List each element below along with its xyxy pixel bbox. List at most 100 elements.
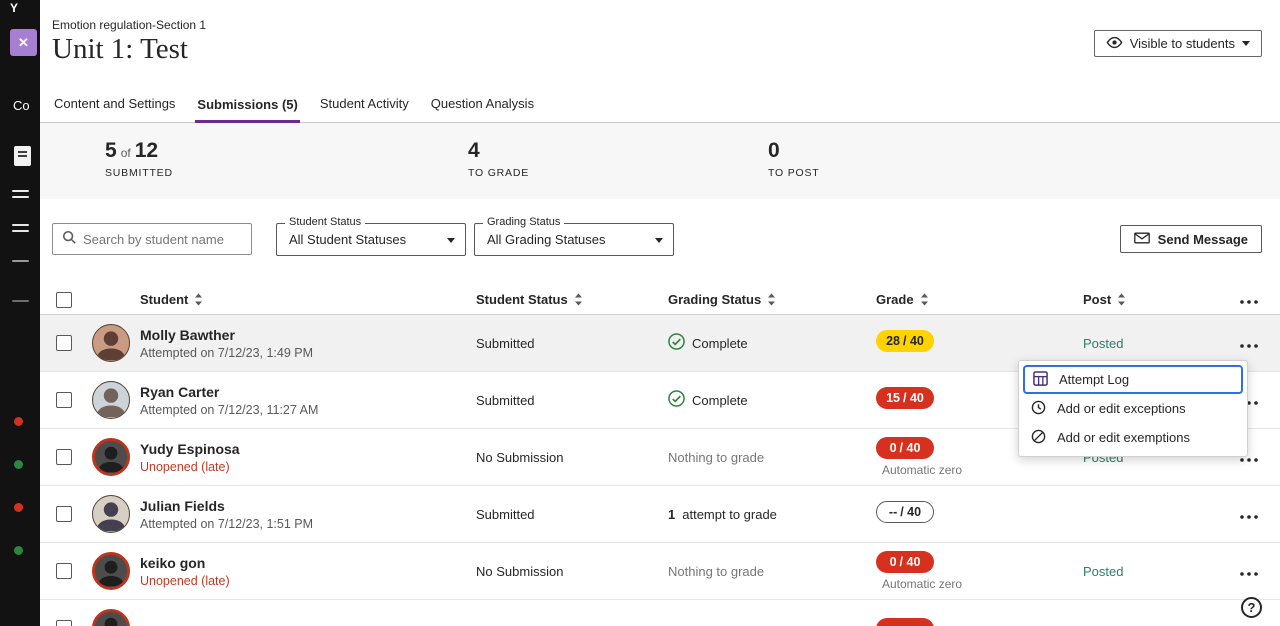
post-header-label: Post [1083, 292, 1111, 307]
row-checkbox[interactable] [56, 335, 72, 351]
student-status-select-label: Student Status [285, 216, 365, 228]
help-button[interactable]: ? [1241, 597, 1262, 618]
avatar [92, 381, 130, 419]
ellipsis-icon [1240, 572, 1258, 576]
select-all-checkbox[interactable] [56, 292, 72, 308]
row-menu-button[interactable] [1234, 332, 1264, 355]
table-row[interactable]: keiko gon Unopened (late) No Submission … [40, 543, 1280, 600]
grading-status: Nothing to grade [668, 564, 868, 579]
grade-max: / 40 [903, 391, 924, 405]
breadcrumb[interactable]: Emotion regulation-Section 1 [52, 18, 206, 32]
row-checkbox[interactable] [56, 449, 72, 465]
row-menu-button[interactable] [1234, 560, 1264, 583]
row-checkbox[interactable] [56, 620, 72, 626]
send-message-label: Send Message [1158, 232, 1248, 247]
grading-status-label: Nothing to grade [668, 450, 764, 465]
ellipsis-icon [1240, 515, 1258, 519]
student-cell: Molly Bawther Attempted on 7/12/23, 1:49… [140, 327, 476, 360]
table-menu-button[interactable] [1234, 288, 1264, 311]
tab-question-analysis[interactable]: Question Analysis [429, 96, 536, 122]
grade-pill[interactable]: 15/ 40 [876, 387, 934, 409]
to-post-label: TO POST [768, 167, 820, 179]
student-status: No Submission [476, 450, 668, 465]
visibility-label: Visible to students [1130, 36, 1235, 51]
assessment-panel: Emotion regulation-Section 1 Unit 1: Tes… [40, 0, 1280, 626]
grading-status-select[interactable]: Grading Status All Grading Statuses [474, 223, 674, 256]
row-menu-button[interactable] [1234, 503, 1264, 526]
student-status: Submitted [476, 393, 668, 408]
ellipsis-icon [1240, 300, 1258, 304]
student-subtext: Unopened (late) [140, 460, 476, 474]
menu-item-exceptions[interactable]: Add or edit exceptions [1023, 394, 1243, 423]
row-checkbox[interactable] [56, 506, 72, 522]
grade-pill[interactable]: 0/ 40 [876, 551, 934, 573]
sort-grade[interactable]: Grade [868, 292, 1083, 307]
row-menu-button[interactable] [1234, 617, 1264, 626]
submitted-label: SUBMITTED [105, 167, 173, 179]
close-panel-button[interactable]: ✕ [10, 29, 37, 56]
post-status[interactable]: Posted [1083, 336, 1193, 351]
table-row[interactable] [40, 600, 1280, 626]
status-dot-green [14, 460, 23, 469]
student-status-select[interactable]: Student Status All Student Statuses [276, 223, 466, 256]
background-page-strip: Y ✕ Co [0, 0, 40, 626]
tab-content-and-settings[interactable]: Content and Settings [52, 96, 177, 122]
student-status: No Submission [476, 564, 668, 579]
sort-icon [194, 293, 203, 306]
grade-pill[interactable] [876, 618, 934, 626]
filter-bar: Student Status All Student Statuses Grad… [40, 199, 1280, 285]
student-status: Submitted [476, 336, 668, 351]
chevron-down-icon [447, 238, 455, 243]
student-header-label: Student [140, 292, 188, 307]
menu-item-attempt-log[interactable]: Attempt Log [1023, 365, 1243, 394]
grade-cell: 0/ 40 Automatic zero [868, 551, 1083, 591]
student-subtext: Attempted on 7/12/23, 1:51 PM [140, 517, 476, 531]
search-input[interactable] [83, 232, 242, 247]
table-row[interactable]: Julian Fields Attempted on 7/12/23, 1:51… [40, 486, 1280, 543]
student-name[interactable]: Molly Bawther [140, 327, 476, 343]
grading-status-select-value: All Grading Statuses [475, 224, 673, 255]
sort-grading-status[interactable]: Grading Status [668, 292, 868, 307]
sort-icon [1117, 293, 1126, 306]
chevron-down-icon [1242, 41, 1250, 46]
post-status[interactable]: Posted [1083, 564, 1193, 579]
grade-cell: --/ 40 [868, 501, 1083, 527]
sort-student-status[interactable]: Student Status [476, 292, 668, 307]
visibility-button[interactable]: Visible to students [1094, 30, 1262, 57]
grade-cell: 28/ 40 [868, 330, 1083, 356]
student-name[interactable]: keiko gon [140, 555, 476, 571]
student-name[interactable]: Julian Fields [140, 498, 476, 514]
avatar [92, 324, 130, 362]
attempts-label: attempt to grade [682, 507, 777, 522]
tab-submissions[interactable]: Submissions (5) [195, 97, 299, 123]
row-checkbox[interactable] [56, 392, 72, 408]
ban-icon [1031, 429, 1046, 447]
menu-item-label: Attempt Log [1059, 372, 1129, 387]
grading-status: 1 attempt to grade [668, 507, 868, 522]
grade-pill[interactable]: 28/ 40 [876, 330, 934, 352]
grading-status: Nothing to grade [668, 450, 868, 465]
grade-pill[interactable]: 0/ 40 [876, 437, 934, 459]
student-name[interactable]: Ryan Carter [140, 384, 476, 400]
student-subtext: Attempted on 7/12/23, 11:27 AM [140, 403, 476, 417]
grade-cell [868, 616, 1083, 626]
student-subtext: Unopened (late) [140, 574, 476, 588]
tab-student-activity[interactable]: Student Activity [318, 96, 411, 122]
grade-max: / 40 [900, 505, 921, 519]
grade-value: 0 [890, 441, 897, 455]
menu-item-exemptions[interactable]: Add or edit exemptions [1023, 423, 1243, 452]
student-name[interactable]: Yudy Espinosa [140, 441, 476, 457]
send-message-button[interactable]: Send Message [1120, 225, 1262, 253]
row-checkbox[interactable] [56, 563, 72, 579]
sort-student[interactable]: Student [140, 292, 476, 307]
grading-status-select-label: Grading Status [483, 216, 564, 228]
grade-value: 15 [886, 391, 900, 405]
grade-pill[interactable]: --/ 40 [876, 501, 934, 523]
menu-lines-icon [12, 190, 29, 192]
stat-to-post: 0 TO POST [768, 139, 820, 179]
attempts-count: 1 [668, 507, 675, 522]
sort-post[interactable]: Post [1083, 292, 1193, 307]
stats-band: 5 of 12 SUBMITTED 4 TO GRADE 0 TO POST [40, 123, 1280, 199]
avatar [92, 438, 130, 476]
table-header: Student Student Status Grading Status Gr… [40, 285, 1280, 315]
